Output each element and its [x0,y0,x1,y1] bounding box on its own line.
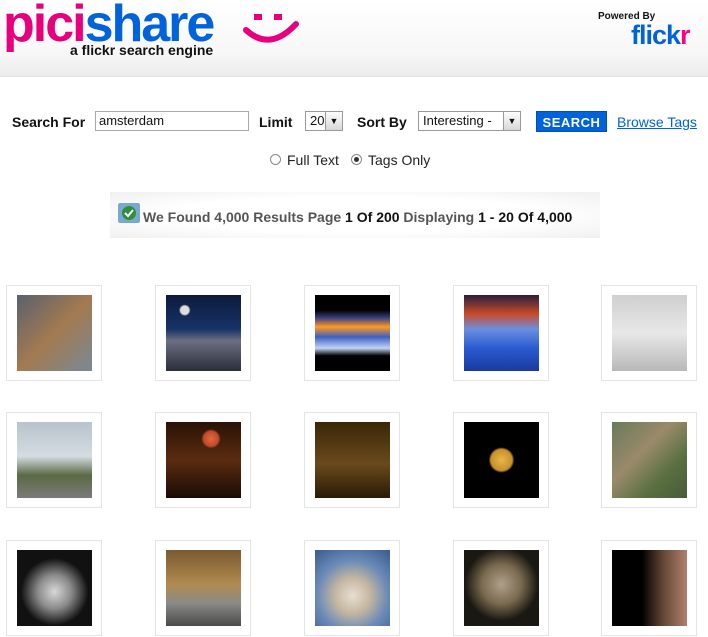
thumbnail-item[interactable] [601,412,697,508]
search-button[interactable]: SEARCH [536,111,607,132]
thumbnail-item[interactable] [304,540,400,636]
thumbnail-item[interactable] [155,285,251,381]
results-of: Of [352,209,377,225]
total-pages: 200 [376,209,400,225]
flickr-logo[interactable]: flickr [631,20,690,51]
sort-by-label: Sort By [357,114,407,130]
tags-only-label[interactable]: Tags Only [368,152,430,168]
limit-select-value: 20 [310,113,325,128]
thumbnail-item[interactable] [304,412,400,508]
results-summary: We Found 4,000 Results Page 1 Of 200 Dis… [143,209,572,225]
flickr-logo-r: r [680,20,690,50]
thumbnail-image[interactable] [17,550,92,626]
thumbnail-image[interactable] [166,550,241,626]
thumbnail-item[interactable] [155,540,251,636]
results-prefix: We Found [143,209,215,225]
thumbnail-item[interactable] [6,285,102,381]
limit-chevron-down-icon[interactable]: ▼ [325,112,342,130]
sort-select[interactable]: Interesting - ▼ [418,111,521,131]
sort-select-value: Interesting - [423,113,492,128]
flickr-logo-flick: flick [631,20,681,50]
full-text-label[interactable]: Full Text [287,152,339,168]
thumbnail-image[interactable] [17,422,92,498]
results-total: 4,000 [214,209,250,225]
search-for-label: Search For [12,114,86,130]
thumbnail-item[interactable] [155,412,251,508]
thumbnail-image[interactable] [315,422,390,498]
results-total-2: 4,000 [537,209,573,225]
thumbnail-item[interactable] [304,285,400,381]
sort-chevron-down-icon[interactable]: ▼ [503,112,520,130]
smiley-icon [243,14,299,43]
results-page-label: Results Page [249,209,346,225]
thumbnail-image[interactable] [612,550,687,626]
thumbnail-item[interactable] [453,412,549,508]
limit-select[interactable]: 20 ▼ [305,111,343,131]
browse-tags-link[interactable]: Browse Tags [617,114,697,130]
thumbnail-image[interactable] [166,422,241,498]
thumbnail-item[interactable] [6,412,102,508]
thumbnail-image[interactable] [315,550,390,626]
thumbnail-item[interactable] [6,540,102,636]
search-input[interactable]: amsterdam [95,111,249,131]
current-page: 1 [345,209,353,225]
thumbnail-image[interactable] [315,295,390,371]
thumbnail-image[interactable] [464,295,539,371]
tagline: a flickr search engine [70,42,214,58]
search-bar: Search For amsterdam Limit 20 ▼ Sort By … [0,110,708,136]
thumbnail-image[interactable] [464,550,539,626]
full-text-radio[interactable] [270,154,281,165]
thumbnail-image[interactable] [612,422,687,498]
displaying-label: Displaying [399,209,479,225]
thumbnail-image[interactable] [166,295,241,371]
thumbnail-image[interactable] [17,295,92,371]
thumbnail-item[interactable] [601,285,697,381]
tags-only-radio[interactable] [351,154,362,165]
thumbnail-item[interactable] [453,540,549,636]
header: picishare a flickr search engine Powered… [0,0,708,77]
thumbnail-image[interactable] [612,295,687,371]
results-of-2: Of [513,209,538,225]
displaying-range: 1 - 20 [478,209,514,225]
checkmark-icon [118,203,140,223]
thumbnail-item[interactable] [453,285,549,381]
limit-label: Limit [259,114,293,130]
thumbnail-item[interactable] [601,540,697,636]
thumbnail-image[interactable] [464,422,539,498]
